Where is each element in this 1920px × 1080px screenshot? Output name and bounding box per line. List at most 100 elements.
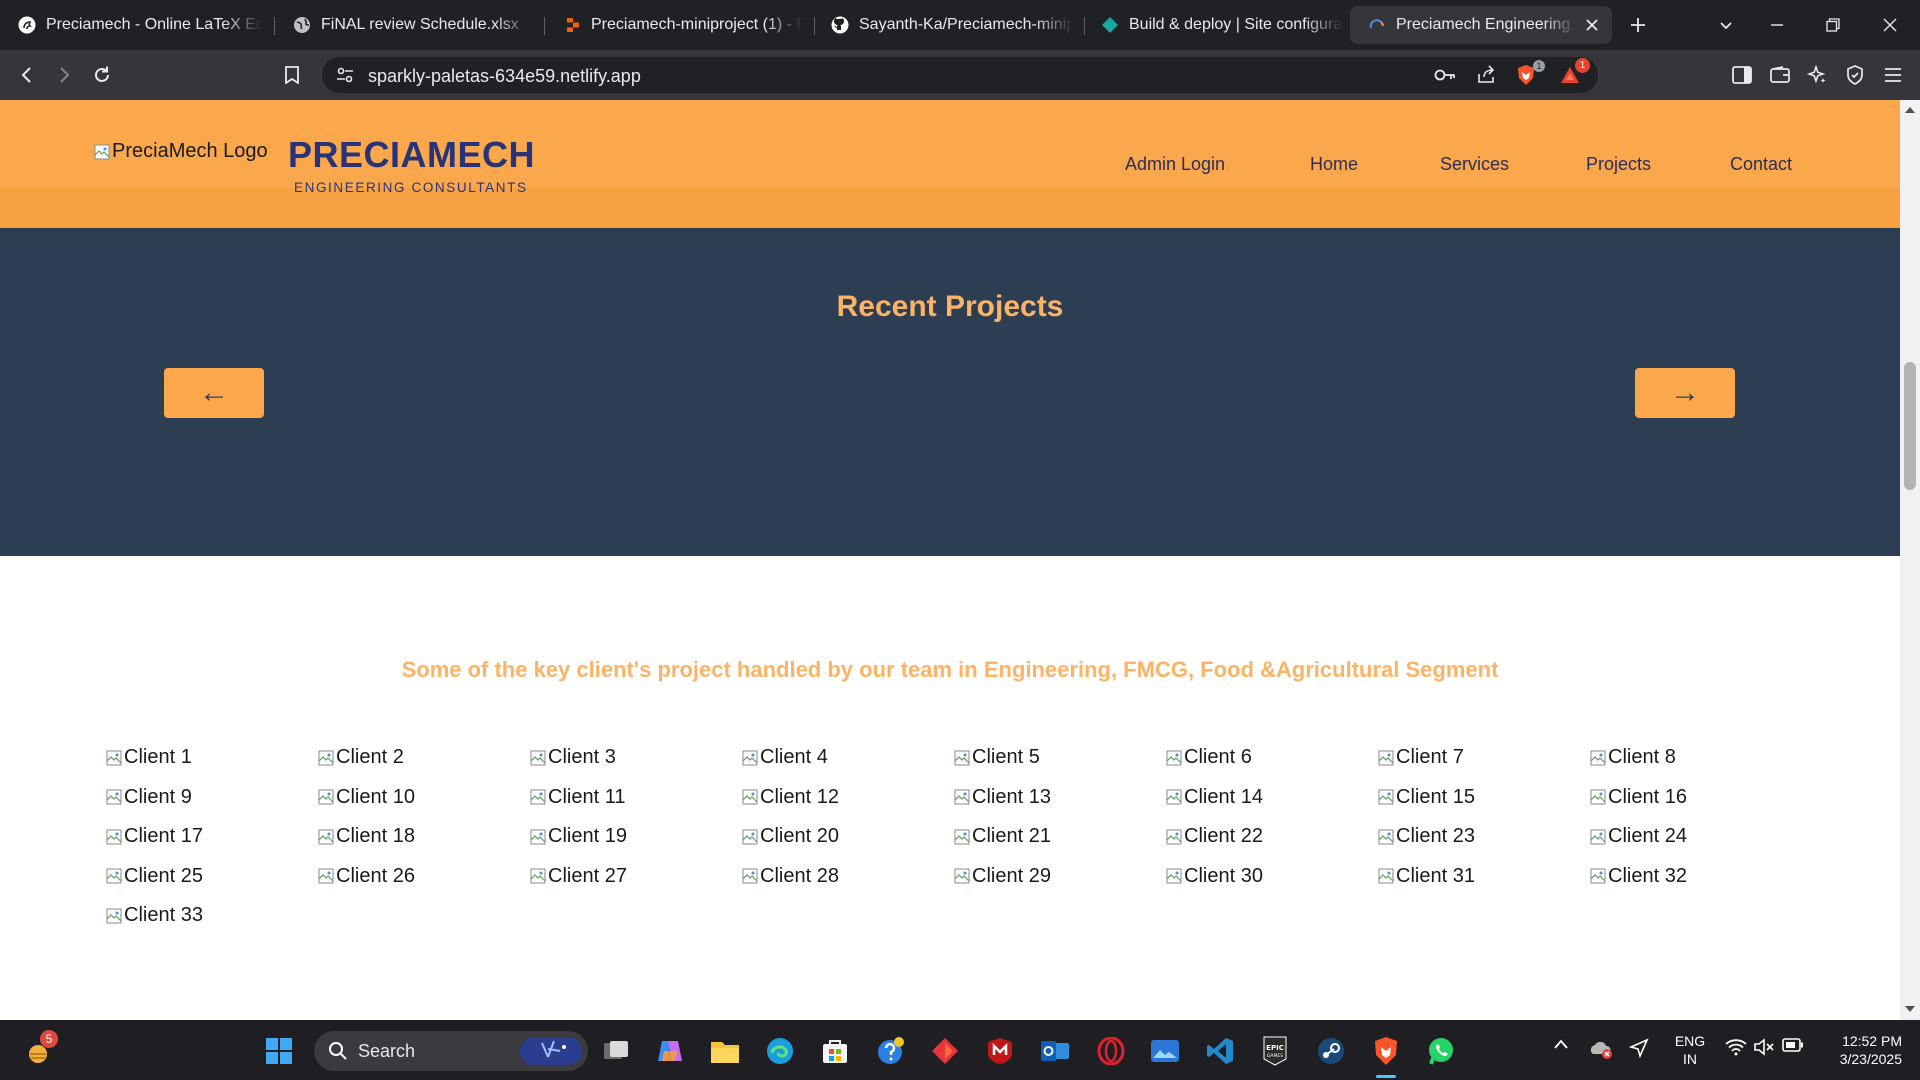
broken-image-icon — [1378, 789, 1394, 805]
broken-image-icon — [1166, 750, 1182, 766]
client-alt-text: Client 3 — [548, 746, 616, 769]
client-logo-item: Client 26 — [318, 857, 530, 897]
whatsapp-icon[interactable] — [1426, 1036, 1456, 1066]
broken-image-icon — [1590, 868, 1606, 884]
mcafee-icon[interactable] — [985, 1036, 1015, 1066]
show-hidden-icons-chevron-icon[interactable] — [1553, 1038, 1569, 1050]
client-alt-text: Client 23 — [1396, 825, 1475, 848]
sidebar-toggle-icon[interactable] — [1727, 60, 1757, 90]
opera-icon[interactable] — [1096, 1036, 1126, 1066]
close-window-button[interactable] — [1862, 0, 1918, 50]
carousel-next-button[interactable]: → — [1635, 368, 1735, 418]
client-alt-text: Client 14 — [1184, 785, 1263, 808]
scroll-thumb[interactable] — [1904, 362, 1916, 490]
client-logo-item: Client 22 — [1166, 817, 1378, 857]
onedrive-error-icon[interactable] — [1588, 1038, 1614, 1060]
task-view-icon[interactable] — [601, 1036, 631, 1066]
client-alt-text: Client 9 — [124, 785, 192, 808]
tab-title: Sayanth-Ka/Preciamech-miniproject — [859, 16, 1073, 33]
bookmark-icon[interactable] — [277, 60, 307, 90]
wallet-icon[interactable] — [1765, 60, 1795, 90]
client-alt-text: Client 26 — [336, 864, 415, 887]
photos-icon[interactable] — [1150, 1036, 1180, 1066]
client-logo-item: Client 1 — [106, 738, 318, 778]
epic-games-icon[interactable]: EPIC GAMES — [1260, 1036, 1290, 1066]
back-icon[interactable] — [12, 60, 42, 90]
forward-icon[interactable] — [49, 60, 79, 90]
get-help-icon[interactable] — [876, 1036, 906, 1066]
client-logo-item: Client 19 — [530, 817, 742, 857]
broken-image-icon — [742, 868, 758, 884]
steam-icon[interactable] — [1316, 1036, 1346, 1066]
logo-alt-text: PreciaMech Logo — [112, 140, 268, 162]
minimize-button[interactable] — [1749, 0, 1805, 50]
tab-netlify-deploy[interactable]: Build & deploy | Site configuration — [1083, 6, 1353, 44]
client-alt-text: Client 7 — [1396, 746, 1464, 769]
broken-image-icon — [742, 750, 758, 766]
clock-date: 3/23/2025 — [1839, 1051, 1902, 1067]
tab-overleaf[interactable]: Preciamech - Online LaTeX Editor — [0, 6, 272, 44]
svg-text:GAMES: GAMES — [1267, 1053, 1283, 1059]
client-logo-item: Client 31 — [1378, 857, 1590, 897]
broken-image-icon — [954, 868, 970, 884]
scroll-down-icon[interactable] — [1905, 1006, 1915, 1013]
scroll-up-icon[interactable] — [1905, 106, 1915, 113]
start-windows-icon[interactable] — [264, 1036, 294, 1066]
password-key-icon[interactable] — [1434, 67, 1456, 83]
location-arrow-icon[interactable] — [1629, 1038, 1649, 1058]
tab-replit-report[interactable]: Preciamech-miniproject (1) - Report — [545, 6, 813, 44]
copilot-app-icon[interactable] — [930, 1036, 960, 1066]
client-logo-item: Client 2 — [318, 738, 530, 778]
reload-icon[interactable] — [87, 60, 117, 90]
nav-admin-login[interactable]: Admin Login — [1125, 154, 1225, 175]
client-logo-item: Client 24 — [1590, 817, 1802, 857]
volume-muted-icon[interactable] — [1753, 1038, 1775, 1056]
address-bar[interactable]: sparkly-paletas-634e59.netlify.app 1 1 — [322, 57, 1598, 93]
file-explorer-icon[interactable] — [710, 1036, 740, 1066]
clock[interactable]: 12:52 PM 3/23/2025 — [1818, 1032, 1902, 1068]
client-alt-text: Client 22 — [1184, 825, 1263, 848]
new-tab-button[interactable] — [1610, 0, 1666, 50]
edge-icon[interactable] — [765, 1036, 795, 1066]
logo[interactable]: PreciaMech Logo — [94, 140, 268, 163]
clients-heading: Some of the key client's project handled… — [401, 657, 1499, 682]
copilot-icon[interactable] — [655, 1036, 685, 1066]
site-settings-icon[interactable] — [336, 66, 354, 84]
broken-image-icon — [106, 750, 122, 766]
active-app-indicator — [1376, 1075, 1396, 1078]
client-logo-item: Client 17 — [106, 817, 318, 857]
client-alt-text: Client 12 — [760, 785, 839, 808]
restore-button[interactable] — [1805, 0, 1861, 50]
client-logo-item: Client 11 — [530, 778, 742, 818]
vpn-shield-icon[interactable] — [1840, 60, 1870, 90]
tab-title: Build & deploy | Site configuration — [1129, 16, 1343, 33]
client-alt-text: Client 8 — [1608, 746, 1676, 769]
wifi-icon[interactable] — [1725, 1038, 1747, 1056]
brave-browser-icon[interactable] — [1371, 1036, 1401, 1066]
outlook-icon[interactable] — [1040, 1036, 1070, 1066]
leo-ai-icon[interactable] — [1802, 60, 1832, 90]
url-text[interactable]: sparkly-paletas-634e59.netlify.app — [368, 66, 641, 87]
carousel-prev-button[interactable]: ← — [164, 368, 264, 418]
battery-icon[interactable] — [1782, 1038, 1804, 1052]
share-icon[interactable] — [1476, 65, 1496, 85]
vscode-icon[interactable] — [1205, 1036, 1235, 1066]
tab-github-repo[interactable]: Sayanth-Ka/Preciamech-miniproject — [813, 6, 1083, 44]
broken-image-icon — [742, 829, 758, 845]
nav-projects[interactable]: Projects — [1586, 154, 1651, 175]
broken-image-icon — [318, 789, 334, 805]
tab-search-chevron-icon[interactable] — [1698, 0, 1754, 50]
taskbar-search[interactable]: Search — [314, 1031, 588, 1071]
page-scrollbar[interactable] — [1900, 100, 1920, 1020]
menu-icon[interactable] — [1878, 60, 1908, 90]
broken-image-icon — [1378, 868, 1394, 884]
close-icon[interactable] — [1582, 15, 1602, 35]
tab-review-schedule[interactable]: FiNAL review Schedule.xlsx — [275, 6, 543, 44]
nav-home[interactable]: Home — [1310, 154, 1358, 175]
windows-taskbar: 5 Search EPIC GAMES ENG IN 12:52 PM 3/23… — [0, 1020, 1920, 1080]
nav-contact[interactable]: Contact — [1730, 154, 1792, 175]
language-indicator[interactable]: ENG IN — [1670, 1032, 1710, 1068]
microsoft-store-icon[interactable] — [820, 1036, 850, 1066]
nav-services[interactable]: Services — [1440, 154, 1509, 175]
tab-preciamech-site[interactable]: Preciamech Engineering Consultants — [1350, 6, 1612, 44]
